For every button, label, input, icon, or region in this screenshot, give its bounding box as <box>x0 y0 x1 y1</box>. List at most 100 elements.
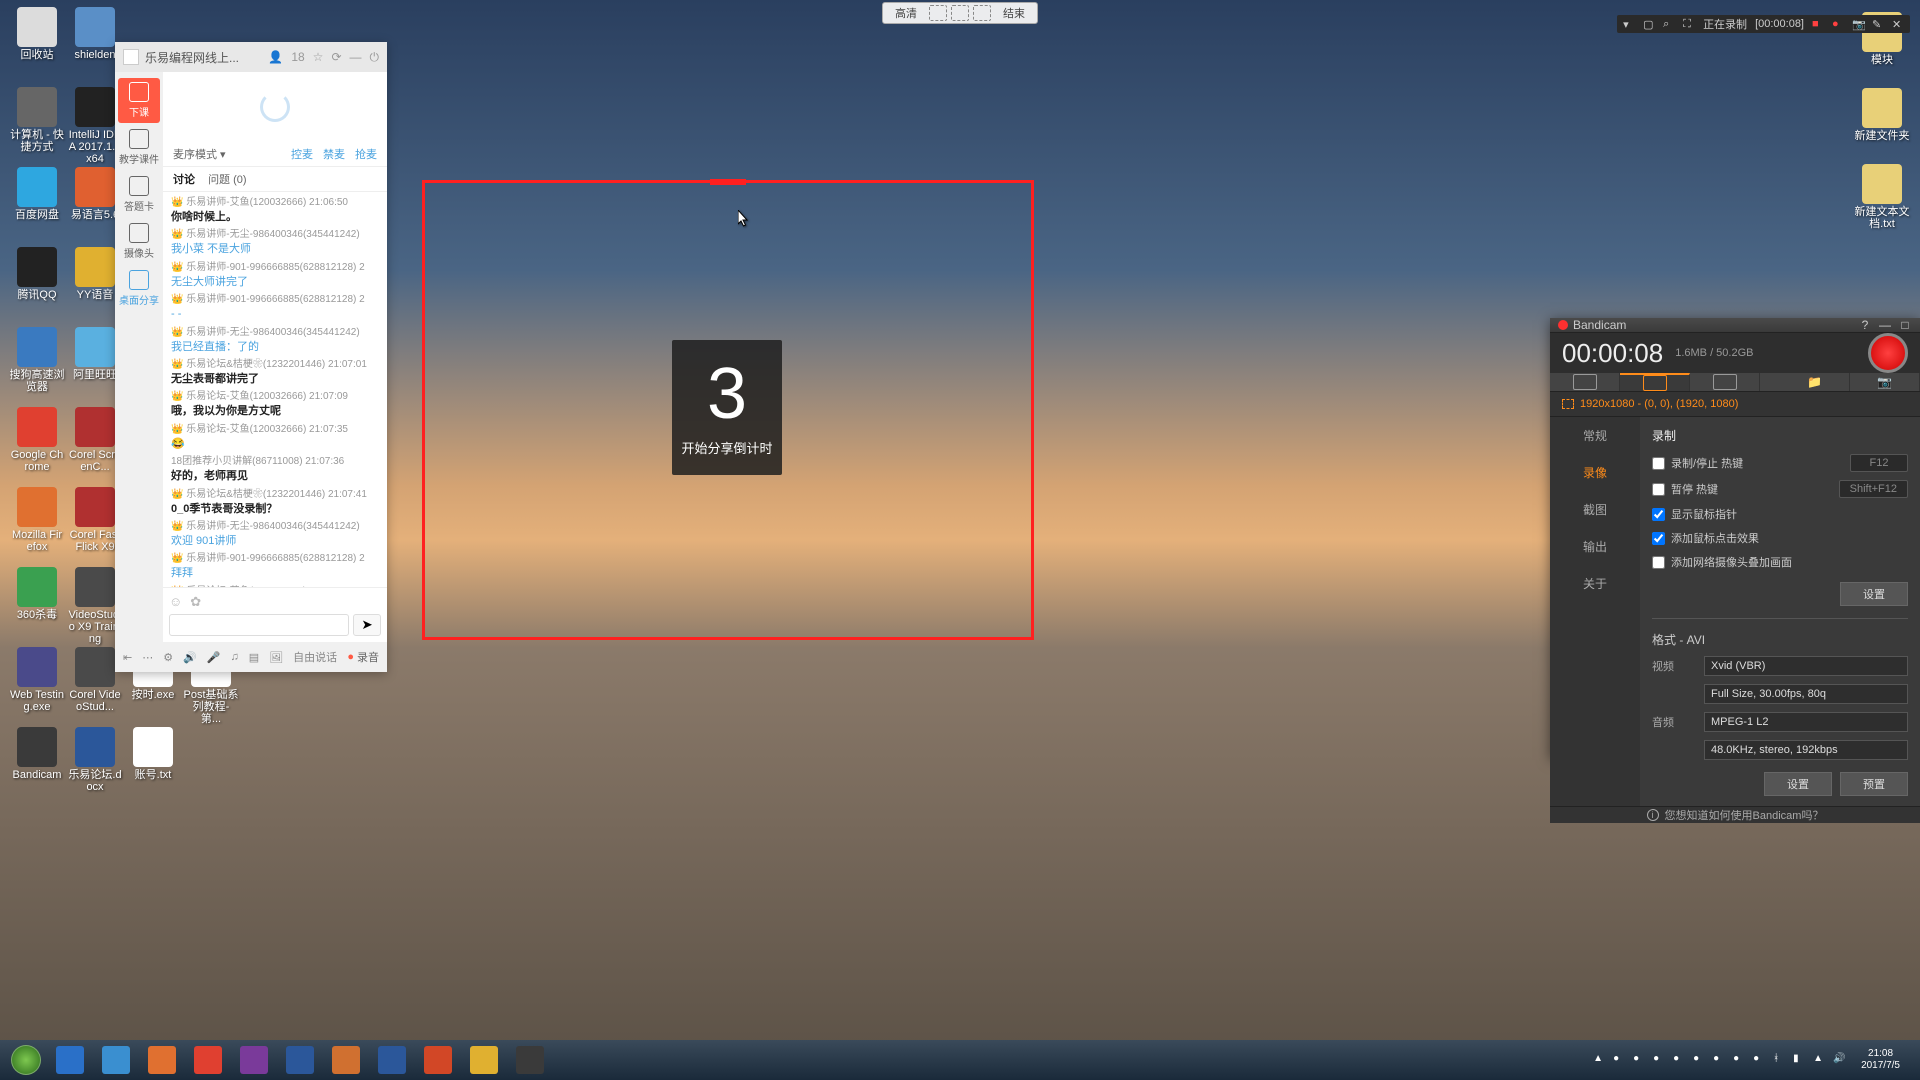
desktop-icon[interactable]: 腾讯QQ <box>8 245 66 325</box>
bandicam-side-tab[interactable]: 录像 <box>1550 454 1640 491</box>
settings-button[interactable]: 设置 <box>1840 582 1908 606</box>
tray-icon[interactable]: ● <box>1753 1053 1767 1067</box>
desktop-icon[interactable]: 新建文件夹 <box>1855 86 1910 142</box>
open-folder-button[interactable]: 📁 <box>1780 373 1850 391</box>
taskbar-app[interactable] <box>48 1044 92 1076</box>
bandicam-side-tab[interactable]: 常规 <box>1550 417 1640 454</box>
star-icon[interactable]: ☆ <box>313 50 324 64</box>
taskbar-app[interactable] <box>94 1044 138 1076</box>
mode-link[interactable]: 抢麦 <box>355 146 377 162</box>
maximize-button[interactable]: □ <box>1898 318 1912 332</box>
tab-question[interactable]: 问题 (0) <box>208 174 247 186</box>
sidebar-item[interactable]: 教学课件 <box>118 125 160 170</box>
bandicam-side-tab[interactable]: 关于 <box>1550 565 1640 602</box>
screenshot-button[interactable]: 📷 <box>1850 373 1920 391</box>
fullscreen-icon[interactable]: ⛶ <box>1683 18 1695 30</box>
gear-icon[interactable]: ⚙ <box>163 651 173 664</box>
taskbar-app[interactable] <box>508 1044 552 1076</box>
home-icon[interactable] <box>973 5 991 21</box>
wifi-icon[interactable]: ▲ <box>1813 1053 1827 1067</box>
desktop-icon[interactable]: Bandicam <box>8 725 66 805</box>
volume-icon[interactable]: 🔊 <box>1833 1053 1847 1067</box>
end-button[interactable]: 结束 <box>995 3 1033 23</box>
tray-icon[interactable]: ● <box>1613 1053 1627 1067</box>
emoji-icon[interactable]: ☺ <box>169 594 182 610</box>
bandicam-side-tab[interactable]: 输出 <box>1550 528 1640 565</box>
bandicam-side-tab[interactable]: 截图 <box>1550 491 1640 528</box>
taskbar-app[interactable] <box>186 1044 230 1076</box>
free-talk-label[interactable]: 自由说话 <box>293 649 337 665</box>
taskbar-app[interactable] <box>462 1044 506 1076</box>
rec-hotkey-checkbox[interactable] <box>1652 457 1665 470</box>
bandicam-titlebar[interactable]: Bandicam ? — □ <box>1550 318 1920 333</box>
tray-icon[interactable]: ● <box>1633 1053 1647 1067</box>
taskbar-app[interactable] <box>140 1044 184 1076</box>
more-icon[interactable]: ⋯ <box>142 651 153 664</box>
pause-hotkey-value[interactable]: Shift+F12 <box>1839 480 1908 498</box>
show-cursor-checkbox[interactable] <box>1652 508 1665 521</box>
desktop-icon[interactable]: Mozilla Firefox <box>8 485 66 565</box>
tray-icon[interactable]: ● <box>1733 1053 1747 1067</box>
send-button[interactable]: ➤ <box>353 614 381 636</box>
desktop-icon[interactable]: 新建文本文档.txt <box>1854 162 1910 230</box>
desktop-icon[interactable]: 360杀毒 <box>8 565 66 645</box>
close-icon[interactable]: ✕ <box>1892 18 1904 30</box>
sidebar-item[interactable]: 下课 <box>118 78 160 123</box>
desktop-icon[interactable]: Web Testing.exe <box>8 645 66 725</box>
sidebar-item[interactable]: 摄像头 <box>118 219 160 264</box>
mode-link[interactable]: 禁麦 <box>323 146 345 162</box>
record-icon[interactable]: ● <box>1832 18 1844 30</box>
sidebar-item[interactable]: 答题卡 <box>118 172 160 217</box>
mic-icon[interactable]: 🎤 <box>207 651 221 664</box>
taskbar-app[interactable] <box>232 1044 276 1076</box>
hd-button[interactable]: 高清 <box>887 3 925 23</box>
mode-device[interactable] <box>1690 373 1760 391</box>
rec-hotkey-value[interactable]: F12 <box>1850 454 1908 472</box>
taskbar-app[interactable] <box>416 1044 460 1076</box>
refresh-icon[interactable]: ⟳ <box>331 50 341 64</box>
desktop-icon[interactable]: 账号.txt <box>124 725 182 805</box>
target-icon[interactable]: ▢ <box>1643 18 1655 30</box>
flower-icon[interactable]: ✿ <box>190 594 201 610</box>
taskbar-app[interactable] <box>370 1044 414 1076</box>
desktop-icon[interactable]: 乐易论坛.docx <box>66 725 124 805</box>
footer-help-link[interactable]: 您想知道如何使用Bandicam吗？ <box>1665 807 1824 823</box>
stop-icon[interactable]: ■ <box>1812 18 1824 30</box>
desktop-icon[interactable]: 计算机 - 快捷方式 <box>8 85 66 165</box>
bluetooth-icon[interactable]: ᚼ <box>1773 1053 1787 1067</box>
record-toggle-button[interactable] <box>1868 333 1908 373</box>
chat-titlebar[interactable]: 乐易编程网线上... 👤 18 ☆ ⟳ — ⏻ <box>115 42 387 72</box>
desktop-icon[interactable]: Google Chrome <box>8 405 66 485</box>
window-icon[interactable] <box>951 5 969 21</box>
record-button[interactable]: 录音 <box>347 649 379 665</box>
pause-hotkey-checkbox[interactable] <box>1652 483 1665 496</box>
tray-icon[interactable]: ● <box>1653 1053 1667 1067</box>
user-icon[interactable]: 👤 <box>268 50 283 64</box>
taskbar-app[interactable] <box>278 1044 322 1076</box>
image-icon[interactable]: 🖼 <box>269 651 283 664</box>
tray-icon[interactable]: ▲ <box>1593 1053 1607 1067</box>
draw-icon[interactable]: ✎ <box>1872 18 1884 30</box>
mode-game[interactable] <box>1550 373 1620 391</box>
webcam-checkbox[interactable] <box>1652 556 1665 569</box>
battery-icon[interactable]: ▮ <box>1793 1053 1807 1067</box>
desktop-icon[interactable]: 回收站 <box>8 5 66 85</box>
preset-button[interactable]: 预置 <box>1840 772 1908 796</box>
dropdown-icon[interactable]: ▾ <box>1623 18 1635 30</box>
click-effect-checkbox[interactable] <box>1652 532 1665 545</box>
taskbar-clock[interactable]: 21:08 2017/7/5 <box>1853 1048 1908 1072</box>
power-button[interactable]: ⏻ <box>370 50 380 65</box>
minimize-button[interactable]: — <box>1878 318 1892 332</box>
speaker-icon[interactable]: 🔊 <box>183 651 197 664</box>
mode-link[interactable]: 控麦 <box>291 146 313 162</box>
taskbar-app[interactable] <box>324 1044 368 1076</box>
tray-icon[interactable]: ● <box>1693 1053 1707 1067</box>
search-icon[interactable]: ⌕ <box>1663 18 1675 30</box>
desktop-icon[interactable]: 搜狗高速浏览器 <box>8 325 66 405</box>
region-icon[interactable] <box>929 5 947 21</box>
minimize-button[interactable]: — <box>350 50 362 64</box>
help-button[interactable]: ? <box>1858 318 1872 332</box>
music-icon[interactable]: ♫ <box>231 651 239 663</box>
start-button[interactable] <box>6 1044 46 1076</box>
tab-discuss[interactable]: 讨论 <box>173 174 195 186</box>
